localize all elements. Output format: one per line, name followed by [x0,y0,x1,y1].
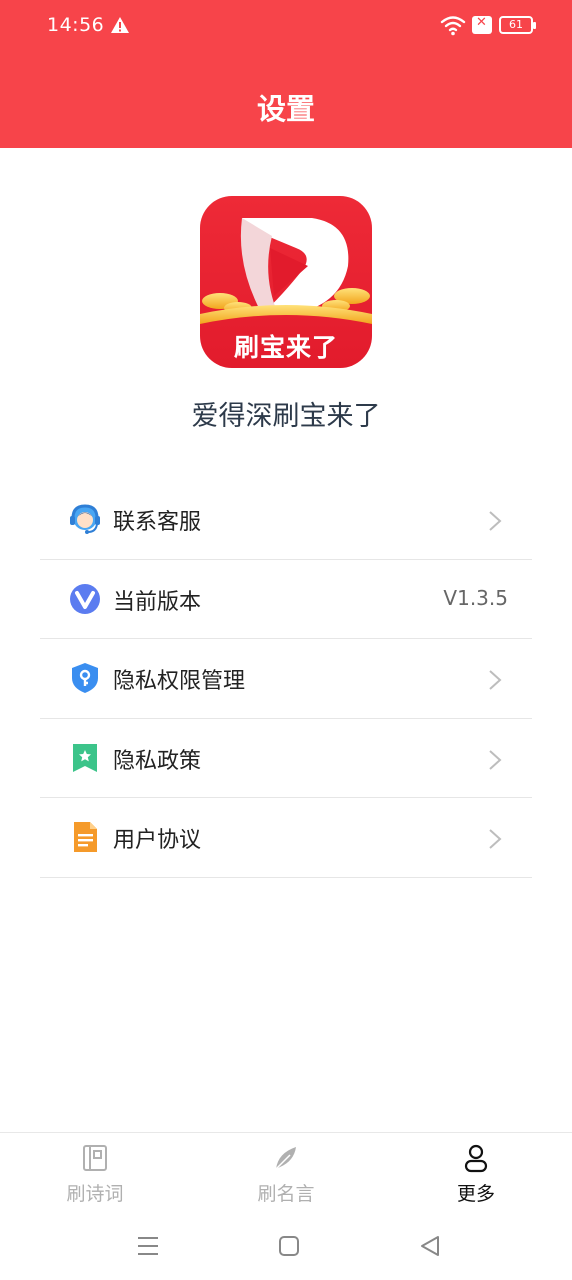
menu-item-label: 联系客服 [113,510,202,535]
book-icon [83,1145,107,1171]
battery-level: 61 [509,18,523,31]
chevron-right-icon [489,749,502,770]
app-logo: 刷宝来了 [200,196,372,368]
customer-service-icon [70,504,100,534]
bottom-tab-bar: 刷诗词 刷名言 更多 [0,1132,572,1212]
version-icon [70,583,100,614]
menu-item-label: 用户协议 [113,828,202,853]
chevron-right-icon [489,829,502,849]
status-time: 14:56 [47,14,105,36]
settings-menu: 联系客服 当前版本 V1.3.5 隐私权限管理 隐私政策 用户协议 [40,480,532,878]
tab-quotes[interactable]: 刷名言 [226,1143,346,1213]
status-bar: 14:56 61 [0,0,572,52]
document-icon [74,822,97,852]
menu-item-user-agreement[interactable]: 用户协议 [40,798,532,878]
battery-icon: 61 [499,16,536,34]
feather-icon [275,1147,296,1170]
menu-icon[interactable] [134,1232,162,1260]
menu-item-version[interactable]: 当前版本 V1.3.5 [40,560,532,639]
system-nav-bar [0,1212,572,1280]
bookmark-icon [73,743,97,772]
menu-item-privacy-policy[interactable]: 隐私政策 [40,719,532,798]
menu-item-label: 隐私权限管理 [113,669,246,694]
menu-item-privacy-permissions[interactable]: 隐私权限管理 [40,639,532,719]
user-icon [464,1144,488,1173]
app-name: 爱得深刷宝来了 [191,401,381,432]
version-value: V1.3.5 [443,585,508,610]
page-title: 设置 [256,92,315,126]
tab-poems[interactable]: 刷诗词 [35,1143,155,1213]
tab-label: 刷名言 [257,1183,315,1205]
menu-item-label: 隐私政策 [113,748,202,774]
app-logo-text: 刷宝来了 [233,333,338,362]
home-icon[interactable] [275,1232,303,1260]
menu-item-customer-service[interactable]: 联系客服 [40,480,532,560]
wifi-icon [440,16,466,36]
back-icon[interactable] [416,1232,444,1260]
privacy-shield-icon [72,663,98,693]
chevron-right-icon [489,511,502,531]
menu-item-label: 当前版本 [113,589,202,615]
tab-label: 更多 [456,1183,495,1205]
header-bar: 14:56 61 设置 [0,0,572,148]
chevron-right-icon [489,670,502,690]
warning-icon [111,17,129,33]
sim-card-icon [472,15,492,34]
tab-more[interactable]: 更多 [416,1143,536,1213]
tab-label: 刷诗词 [66,1183,124,1205]
